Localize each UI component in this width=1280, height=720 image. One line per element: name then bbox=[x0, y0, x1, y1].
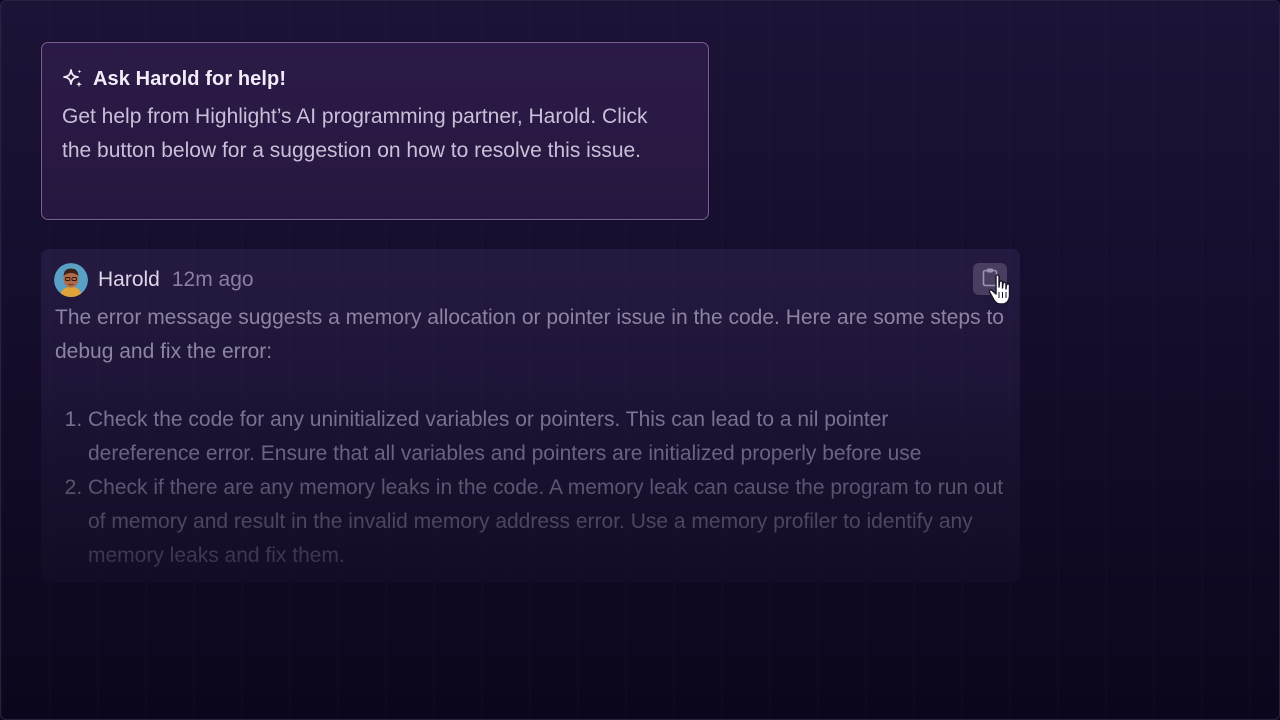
help-title-row: Ask Harold for help! bbox=[62, 65, 688, 93]
help-description: Get help from Highlight’s AI programming… bbox=[62, 105, 648, 162]
answer-text: The error message suggests a memory allo… bbox=[55, 301, 1005, 573]
sparkle-icon bbox=[62, 68, 84, 90]
help-title: Ask Harold for help! bbox=[93, 67, 287, 90]
avatar bbox=[54, 263, 88, 297]
answer-steps: Check the code for any uninitialized var… bbox=[55, 403, 1005, 573]
list-item: Check the code for any uninitialized var… bbox=[88, 403, 1005, 471]
author-name: Harold bbox=[98, 268, 160, 291]
timestamp: 12m ago bbox=[171, 268, 254, 291]
answer-header: Harold 12m ago bbox=[54, 263, 254, 297]
ask-harold-card[interactable]: Ask Harold for help! Get help from Highl… bbox=[41, 42, 709, 220]
app-canvas: Ask Harold for help! Get help from Highl… bbox=[0, 0, 1280, 720]
answer-intro: The error message suggests a memory allo… bbox=[55, 306, 1004, 363]
list-item: Check if there are any memory leaks in t… bbox=[88, 471, 1005, 573]
harold-answer-card: Harold 12m ago The error message suggest… bbox=[41, 249, 1020, 583]
